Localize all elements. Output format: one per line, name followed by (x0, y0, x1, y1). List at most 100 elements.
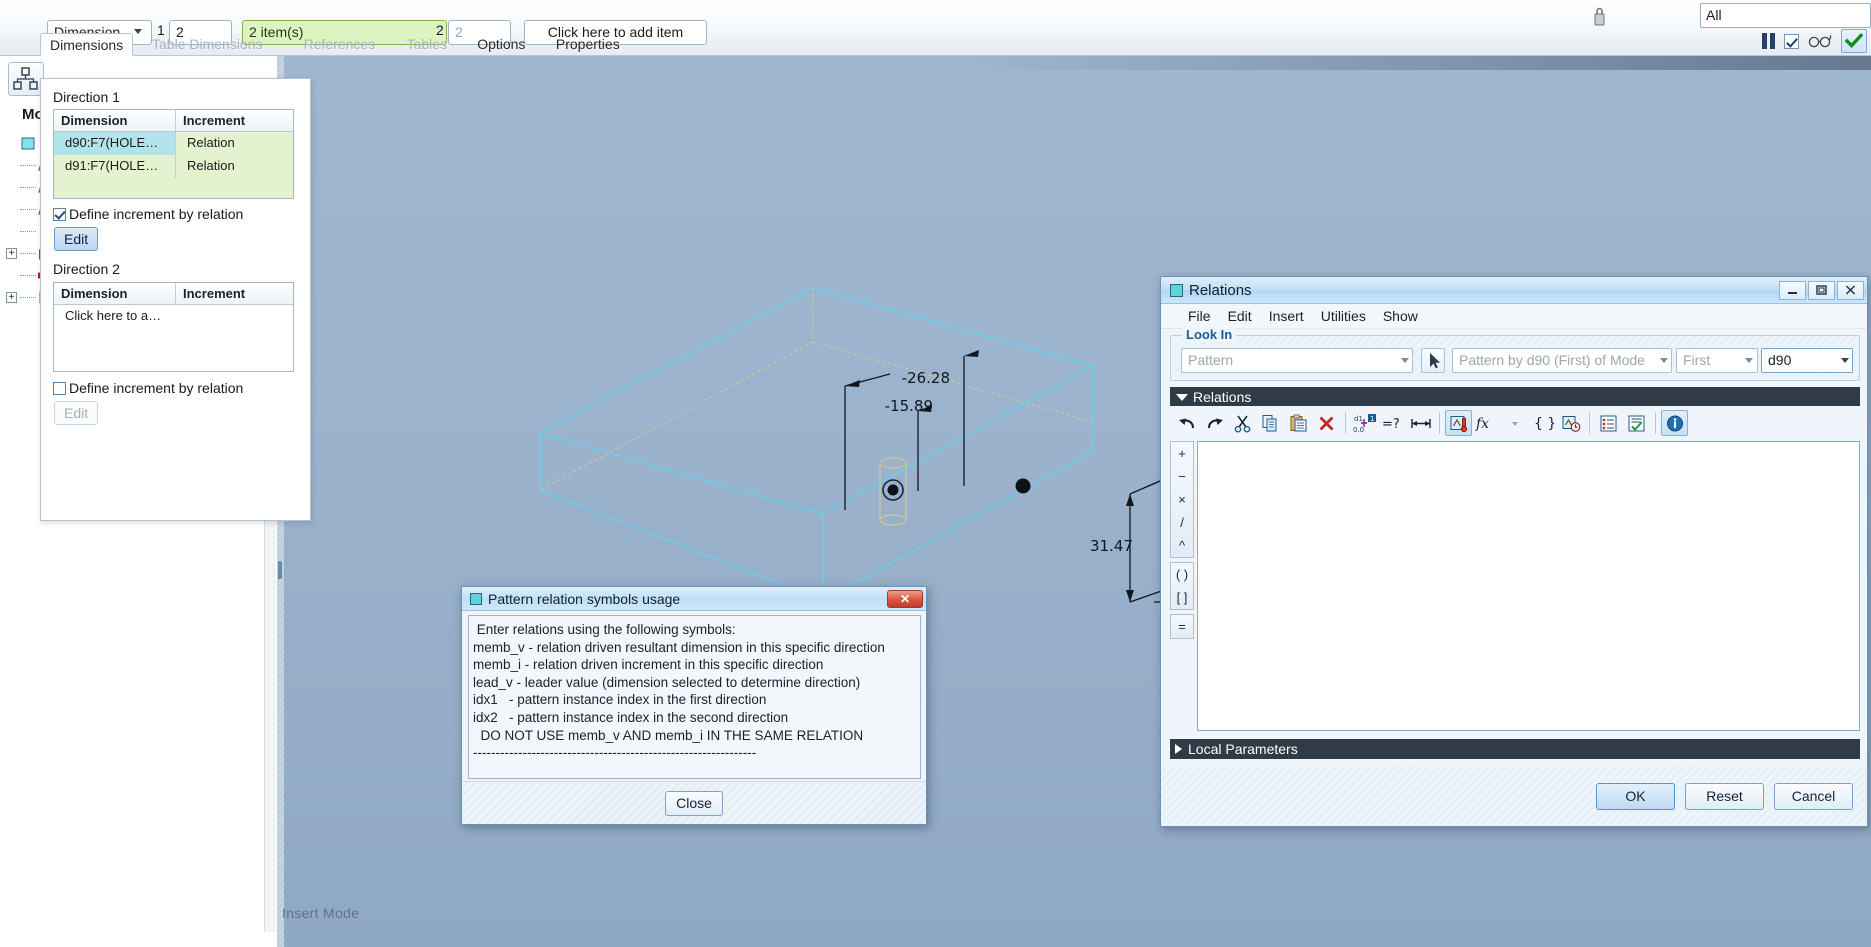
cursor-arrow-icon (1430, 353, 1440, 369)
tree-connector (20, 186, 36, 188)
relations-dialog[interactable]: Relations File Edit Insert Utilities Sho… (1160, 276, 1868, 827)
look-in-type-dropdown[interactable]: Pattern (1181, 348, 1413, 373)
column-header-dimension: Dimension (54, 283, 176, 304)
chevron-down-icon[interactable] (1841, 358, 1849, 363)
direction2-define-increment-label: Define increment by relation (69, 380, 244, 396)
maximize-button[interactable] (1808, 280, 1835, 300)
select-object-button[interactable] (1421, 348, 1445, 373)
operator-plus-button[interactable]: + (1171, 442, 1193, 465)
relations-title-bar[interactable]: Relations (1161, 277, 1867, 304)
cut-icon[interactable] (1229, 410, 1256, 436)
chevron-right-icon[interactable] (1175, 744, 1182, 754)
direction2-table[interactable]: Dimension Increment Click here to a… (53, 282, 294, 372)
function-icon[interactable]: fx (1473, 410, 1500, 436)
menu-edit[interactable]: Edit (1221, 306, 1259, 326)
look-in-parameter-dropdown[interactable]: d90 (1761, 348, 1853, 373)
close-dialog-button[interactable]: Close (665, 790, 723, 816)
direction1-edit-label: Edit (64, 231, 89, 247)
operator-square-brackets-button[interactable]: [ ] (1171, 586, 1193, 609)
chevron-down-icon[interactable] (1660, 358, 1668, 363)
menu-utilities[interactable]: Utilities (1314, 306, 1373, 326)
info-icon[interactable] (1661, 410, 1688, 436)
checkmark-icon (1845, 33, 1863, 49)
direction2-define-increment-checkbox[interactable] (53, 381, 66, 395)
table-row-placeholder[interactable]: Click here to a… (54, 305, 293, 328)
symbols-line: idx2 - pattern instance index in the sec… (473, 709, 789, 725)
relations-section-header[interactable]: Relations (1170, 387, 1860, 406)
copy-icon[interactable] (1257, 410, 1284, 436)
verify-relations-icon[interactable]: =? (1379, 410, 1406, 436)
direction1-define-increment-checkbox[interactable] (53, 207, 66, 221)
direction1-edit-button[interactable]: Edit (54, 227, 99, 251)
cancel-button[interactable]: Cancel (1774, 782, 1853, 810)
validate-icon[interactable] (1623, 410, 1650, 436)
ok-button[interactable]: OK (1596, 782, 1675, 810)
undo-icon[interactable] (1173, 410, 1200, 436)
operator-parentheses-button[interactable]: ( ) (1171, 563, 1193, 586)
direction2-group-label: Direction 2 (53, 261, 120, 277)
tab-dimensions[interactable]: Dimensions (40, 33, 134, 56)
table-row[interactable]: d91:F7(HOLE… Relation (54, 155, 293, 178)
units-icon[interactable] (1445, 410, 1472, 436)
dim-label-31-47: 31.47 (1090, 537, 1133, 555)
history-icon[interactable] (1557, 410, 1584, 436)
delete-icon[interactable] (1313, 410, 1340, 436)
menu-show[interactable]: Show (1376, 306, 1425, 326)
tab-properties[interactable]: Properties (547, 33, 629, 56)
switch-dimensions-icon[interactable]: d1 0.0 1 (1351, 410, 1378, 436)
close-icon (1845, 285, 1856, 295)
menu-file[interactable]: File (1181, 306, 1218, 326)
cell-dimension: d90:F7(HOLE… (54, 132, 176, 155)
minimize-icon (1788, 291, 1797, 294)
pause-icon[interactable] (1762, 33, 1775, 49)
list-icon[interactable] (1595, 410, 1622, 436)
direction2-define-increment-checkbox-row[interactable]: Define increment by relation (53, 380, 243, 396)
menu-insert[interactable]: Insert (1262, 306, 1311, 326)
operator-multiply-button[interactable]: × (1171, 488, 1193, 511)
redo-icon[interactable] (1201, 410, 1228, 436)
tab-options[interactable]: Options (468, 33, 534, 56)
operator-minus-button[interactable]: − (1171, 465, 1193, 488)
direction1-table[interactable]: Dimension Increment d90:F7(HOLE… Relatio… (53, 109, 294, 199)
insert-mode-label: Insert Mode (282, 905, 360, 921)
operator-equals-button[interactable]: = (1171, 615, 1193, 638)
direction1-define-increment-checkbox-row[interactable]: Define increment by relation (53, 206, 243, 222)
chevron-down-icon[interactable] (1401, 358, 1409, 363)
operator-palette: + − × / ^ ( ) [ ] = (1170, 441, 1194, 731)
ribbon-tabs: Dimensions Table Dimensions References Tabl… (0, 33, 1871, 56)
minimize-button[interactable] (1779, 280, 1806, 300)
svg-text:1: 1 (1370, 415, 1374, 423)
paste-icon[interactable] (1285, 410, 1312, 436)
relations-dialog-footer: OK Reset Cancel (1161, 766, 1867, 826)
operator-divide-button[interactable]: / (1171, 511, 1193, 534)
accept-button[interactable] (1841, 29, 1867, 53)
close-icon: ✕ (899, 591, 911, 606)
search-input[interactable]: All (1700, 3, 1871, 28)
close-button[interactable] (1837, 280, 1864, 300)
measure-icon[interactable] (1407, 410, 1434, 436)
braces-icon[interactable]: { } (1529, 410, 1556, 436)
glasses-icon[interactable] (1808, 34, 1832, 48)
navigator-toggle-button[interactable] (8, 62, 44, 96)
tree-expander-icon[interactable]: + (6, 291, 17, 303)
chevron-down-icon[interactable] (1745, 358, 1753, 363)
table-row[interactable]: d90:F7(HOLE… Relation (54, 132, 293, 155)
close-button[interactable]: ✕ (887, 589, 923, 608)
pattern-symbols-title-bar[interactable]: Pattern relation symbols usage ✕ (462, 587, 926, 611)
chevron-down-icon[interactable] (1176, 394, 1188, 401)
operator-power-button[interactable]: ^ (1171, 534, 1193, 557)
tab-table-dimensions: Table Dimensions (152, 36, 263, 52)
tab-references: References (303, 36, 376, 52)
local-parameters-header[interactable]: Local Parameters (1170, 739, 1860, 759)
tree-expander-icon[interactable]: + (6, 247, 17, 259)
lock-icon[interactable] (1584, 2, 1614, 30)
look-in-object-dropdown[interactable]: Pattern by d90 (First) of Mode (1452, 348, 1672, 373)
local-parameters-label: Local Parameters (1188, 741, 1298, 757)
dim-label-minus-26-28: -26.28 (902, 369, 950, 387)
reset-button[interactable]: Reset (1685, 782, 1764, 810)
relations-text-editor[interactable] (1197, 441, 1860, 731)
symbols-line: DO NOT USE memb_v AND memb_i IN THE SAME… (473, 727, 864, 743)
function-dropdown-arrow-icon[interactable] (1501, 410, 1528, 436)
preview-checkbox[interactable] (1784, 33, 1799, 49)
pattern-relation-symbols-dialog[interactable]: Pattern relation symbols usage ✕ Enter r… (461, 586, 927, 825)
